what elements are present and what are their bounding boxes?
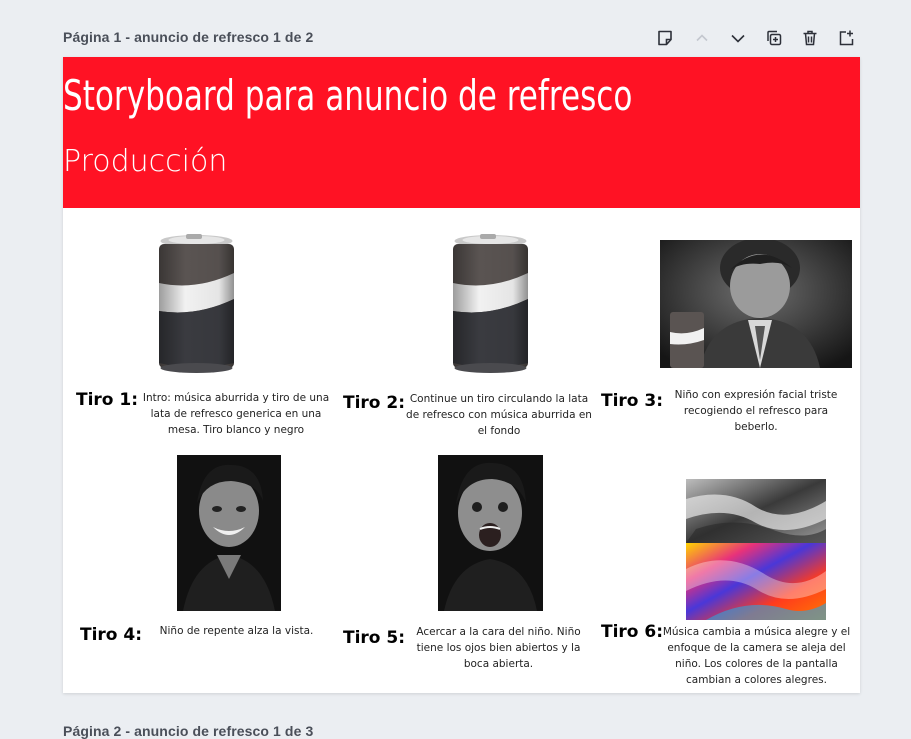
shot-6-label[interactable]: Tiro 6: <box>601 622 663 642</box>
shot-5-label[interactable]: Tiro 5: <box>343 628 405 648</box>
storyboard-canvas[interactable]: Storyboard para anuncio de refresco Prod… <box>63 57 860 693</box>
smiling-boy-photo[interactable] <box>177 455 281 611</box>
storyboard-title[interactable]: Storyboard para anuncio de refresco <box>63 71 632 120</box>
shot-4-description[interactable]: Niño de repente alza la vista. <box>149 623 324 639</box>
chevron-down-icon[interactable] <box>727 27 749 49</box>
duplicate-page-icon[interactable] <box>763 27 785 49</box>
shot-1-description[interactable]: Intro: música aburrida y tiro de una lat… <box>139 390 333 438</box>
shot-3-description[interactable]: Niño con expresión facial triste recogie… <box>661 387 851 435</box>
shot-3-label[interactable]: Tiro 3: <box>601 391 663 411</box>
page-title-next[interactable]: Página 2 - anuncio de refresco 1 de 3 <box>63 723 313 739</box>
colorful-paint-image[interactable] <box>686 479 826 620</box>
shot-4-label[interactable]: Tiro 4: <box>80 625 142 645</box>
shot-2-description[interactable]: Continue un tiro circulando la lata de r… <box>403 391 595 439</box>
delete-icon[interactable] <box>799 27 821 49</box>
surprised-boy-photo[interactable] <box>438 455 543 611</box>
title-banner[interactable]: Storyboard para anuncio de refresco Prod… <box>63 57 860 208</box>
shot-2-label[interactable]: Tiro 2: <box>343 393 405 413</box>
shot-1-label[interactable]: Tiro 1: <box>76 390 138 410</box>
notes-icon[interactable] <box>654 27 676 49</box>
sad-boy-photo[interactable] <box>660 240 852 368</box>
shot-5-description[interactable]: Acercar a la cara del niño. Niño tiene l… <box>411 624 586 672</box>
storyboard-subtitle[interactable]: Producción <box>63 144 227 179</box>
soda-can-image-2[interactable] <box>450 233 531 375</box>
soda-can-image-1[interactable] <box>156 233 237 375</box>
add-page-icon[interactable] <box>835 27 857 49</box>
shot-6-description[interactable]: Música cambia a música alegre y el enfoq… <box>661 624 852 688</box>
chevron-up-icon[interactable] <box>691 27 713 49</box>
page-title-current[interactable]: Página 1 - anuncio de refresco 1 de 2 <box>63 29 313 45</box>
